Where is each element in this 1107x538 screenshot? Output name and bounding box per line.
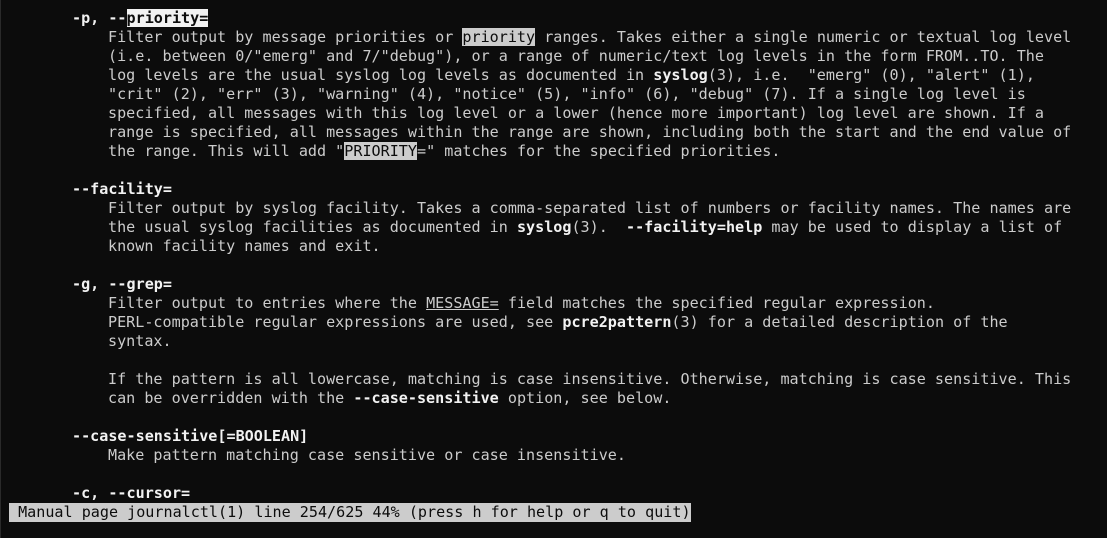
text-line: Filter output to entries where the MESSA… (108, 294, 935, 312)
text-line: If the pattern is all lowercase, matchin… (108, 370, 1072, 388)
text-line: range is specified, all messages within … (108, 123, 1072, 141)
pager-status-bar: Manual page journalctl(1) line 254/625 4… (9, 503, 691, 522)
manpage-reference: syslog (653, 66, 708, 84)
option-facility: --facility= (72, 180, 172, 198)
option-reference: --case-sensitive (353, 389, 499, 407)
text-line: (i.e. between 0/"emerg" and 7/"debug"), … (108, 47, 1044, 65)
text-line: specified, all messages with this log le… (108, 104, 1044, 122)
text-line: known facility names and exit. (108, 237, 381, 255)
terminal-window[interactable]: -p, --priority= Filter output by message… (0, 0, 1107, 538)
text-line: log levels are the usual syslog log leve… (108, 66, 1035, 84)
option-flag: -p, -- (72, 9, 127, 27)
text-line: can be overridden with the --case-sensit… (108, 389, 672, 407)
text-line: "crit" (2), "err" (3), "warning" (4), "n… (108, 85, 1026, 103)
text-line: Filter output by syslog facility. Takes … (108, 199, 1072, 217)
text-line: the usual syslog facilities as documente… (108, 218, 1063, 236)
search-match-highlight: priority (462, 28, 536, 46)
manpage-reference: pcre2pattern (562, 313, 672, 331)
text-line: the range. This will add "PRIORITY=" mat… (108, 142, 781, 160)
text-line: PERL-compatible regular expressions are … (108, 313, 1008, 331)
option-cursor: -c, --cursor= (72, 484, 191, 502)
text-line: syntax. (108, 332, 172, 350)
option-case-sensitive: --case-sensitive[=BOOLEAN] (72, 427, 309, 445)
option-priority: -p, --priority= (72, 9, 209, 28)
text-line: Filter output by message priorities or p… (108, 28, 1072, 46)
cursor-block: = (199, 9, 209, 27)
text-line: Make pattern matching case sensitive or … (108, 446, 626, 464)
window-left-edge (0, 0, 1, 538)
manpage-reference: syslog (516, 218, 572, 236)
option-grep: -g, --grep= (72, 275, 172, 293)
search-match-highlight: priority (126, 9, 200, 27)
field-reference: MESSAGE= (426, 294, 499, 312)
search-match-highlight: PRIORITY (344, 142, 417, 160)
option-reference: --facility=help (626, 218, 763, 236)
